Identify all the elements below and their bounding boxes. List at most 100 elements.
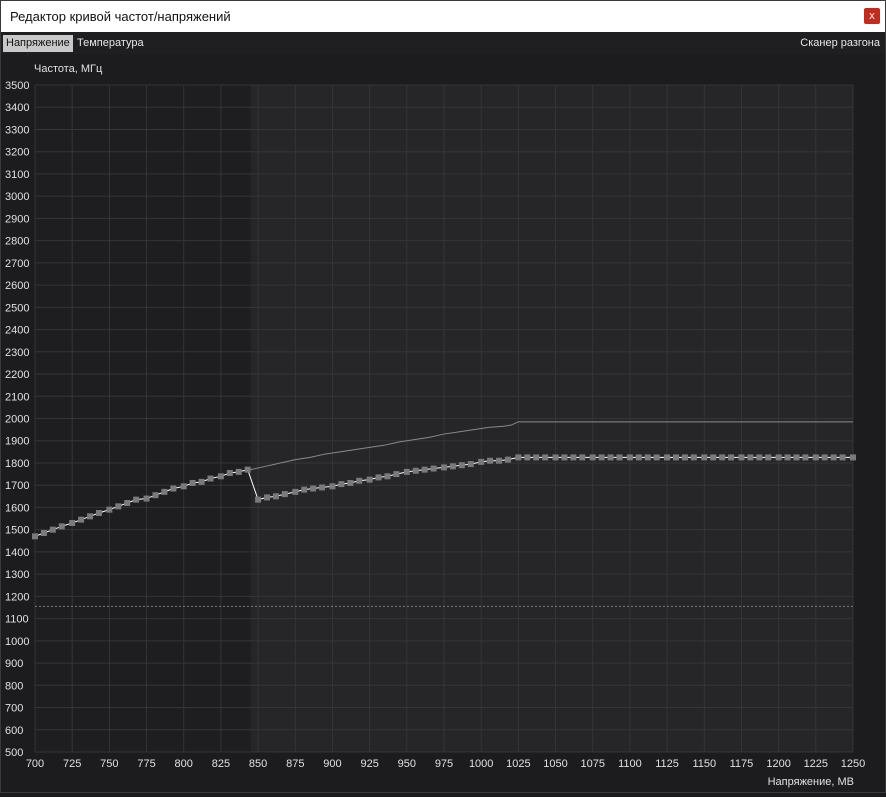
curve-point[interactable] — [850, 454, 856, 461]
curve-point[interactable] — [487, 457, 494, 464]
curve-point[interactable] — [301, 486, 308, 493]
curve-point[interactable] — [235, 468, 242, 475]
curve-point[interactable] — [106, 506, 113, 513]
curve-point[interactable] — [496, 457, 503, 464]
curve-point[interactable] — [570, 454, 577, 461]
curve-point[interactable] — [189, 479, 196, 486]
curve-point[interactable] — [644, 454, 651, 461]
curve-point[interactable] — [255, 496, 262, 503]
curve-point[interactable] — [403, 468, 410, 475]
curve-point[interactable] — [226, 469, 233, 476]
curve-point[interactable] — [217, 473, 224, 480]
curve-point[interactable] — [95, 509, 102, 516]
curve-point[interactable] — [170, 485, 177, 492]
curve-point[interactable] — [542, 454, 549, 461]
curve-point[interactable] — [115, 503, 122, 510]
curve-point[interactable] — [356, 477, 363, 484]
curve-point[interactable] — [430, 465, 437, 472]
curve-point[interactable] — [244, 466, 251, 473]
curve-point[interactable] — [310, 485, 317, 492]
curve-point[interactable] — [681, 454, 688, 461]
curve-point[interactable] — [87, 513, 94, 520]
curve-point[interactable] — [765, 454, 772, 461]
curve-point[interactable] — [449, 463, 456, 470]
curve-point[interactable] — [412, 467, 419, 474]
title-bar[interactable]: Редактор кривой частот/напряжений x — [1, 1, 885, 32]
curve-point[interactable] — [524, 454, 531, 461]
curve-point[interactable] — [710, 454, 717, 461]
curve-point[interactable] — [133, 496, 140, 503]
curve-point[interactable] — [821, 454, 828, 461]
curve-point[interactable] — [607, 454, 614, 461]
curve-point[interactable] — [384, 473, 391, 480]
curve-point[interactable] — [441, 464, 447, 471]
curve-point[interactable] — [458, 462, 465, 469]
vf-curve-chart[interactable]: 500 600 700 800 900 1000 1100 1200 1300 1400 1500 1… — [1, 54, 885, 792]
curve-point[interactable] — [579, 454, 586, 461]
curve-point[interactable] — [802, 454, 809, 461]
curve-point[interactable] — [272, 493, 279, 500]
y-tick-label: 2300 — [5, 347, 29, 359]
curve-point[interactable] — [58, 523, 65, 530]
y-tick-label: 3500 — [5, 80, 29, 92]
curve-point[interactable] — [329, 483, 336, 490]
curve-point[interactable] — [180, 483, 187, 490]
curve-point[interactable] — [552, 454, 559, 461]
y-tick-label: 1600 — [5, 502, 29, 514]
curve-point[interactable] — [589, 454, 596, 461]
curve-point[interactable] — [690, 454, 697, 461]
curve-point[interactable] — [78, 516, 85, 523]
curve-point[interactable] — [719, 454, 726, 461]
curve-point[interactable] — [467, 461, 474, 468]
curve-point[interactable] — [161, 488, 168, 495]
curve-point[interactable] — [635, 454, 642, 461]
vf-curve-svg[interactable]: 500 600 700 800 900 1000 1100 1200 1300 1400 1500 1… — [1, 54, 885, 792]
curve-point[interactable] — [69, 519, 76, 526]
curve-point[interactable] — [49, 526, 56, 533]
curve-point[interactable] — [533, 454, 540, 461]
tab-oc-scanner[interactable]: Сканер разгона — [797, 35, 883, 52]
curve-point[interactable] — [784, 454, 791, 461]
curve-point[interactable] — [32, 533, 38, 540]
curve-point[interactable] — [504, 456, 511, 463]
curve-point[interactable] — [775, 454, 782, 461]
curve-point[interactable] — [756, 454, 763, 461]
curve-point[interactable] — [561, 454, 568, 461]
curve-point[interactable] — [319, 484, 326, 491]
curve-point[interactable] — [598, 454, 605, 461]
x-tick-label: 875 — [286, 758, 304, 770]
curve-point[interactable] — [292, 488, 299, 495]
curve-point[interactable] — [664, 454, 671, 461]
curve-point[interactable] — [738, 454, 745, 461]
curve-point[interactable] — [728, 454, 735, 461]
curve-point[interactable] — [338, 481, 345, 488]
curve-point[interactable] — [626, 454, 633, 461]
curve-point[interactable] — [281, 491, 288, 498]
curve-point[interactable] — [124, 499, 131, 506]
curve-point[interactable] — [366, 476, 373, 483]
curve-point[interactable] — [198, 478, 205, 485]
curve-point[interactable] — [515, 454, 522, 461]
curve-point[interactable] — [812, 454, 819, 461]
curve-point[interactable] — [264, 494, 271, 501]
curve-point[interactable] — [152, 492, 159, 499]
curve-point[interactable] — [143, 495, 150, 502]
curve-point[interactable] — [701, 454, 708, 461]
close-button[interactable]: x — [864, 8, 880, 24]
curve-point[interactable] — [839, 454, 846, 461]
curve-point[interactable] — [40, 530, 47, 537]
curve-point[interactable] — [793, 454, 800, 461]
curve-point[interactable] — [375, 474, 382, 481]
curve-point[interactable] — [673, 454, 680, 461]
curve-point[interactable] — [616, 454, 623, 461]
curve-point[interactable] — [393, 471, 400, 478]
curve-point[interactable] — [747, 454, 754, 461]
tab-voltage[interactable]: Напряжение — [3, 35, 73, 52]
curve-point[interactable] — [830, 454, 837, 461]
tab-temperature[interactable]: Температура — [74, 35, 147, 52]
curve-point[interactable] — [207, 475, 214, 482]
curve-point[interactable] — [421, 466, 428, 473]
curve-point[interactable] — [653, 454, 660, 461]
curve-point[interactable] — [478, 458, 485, 465]
curve-point[interactable] — [347, 479, 354, 486]
